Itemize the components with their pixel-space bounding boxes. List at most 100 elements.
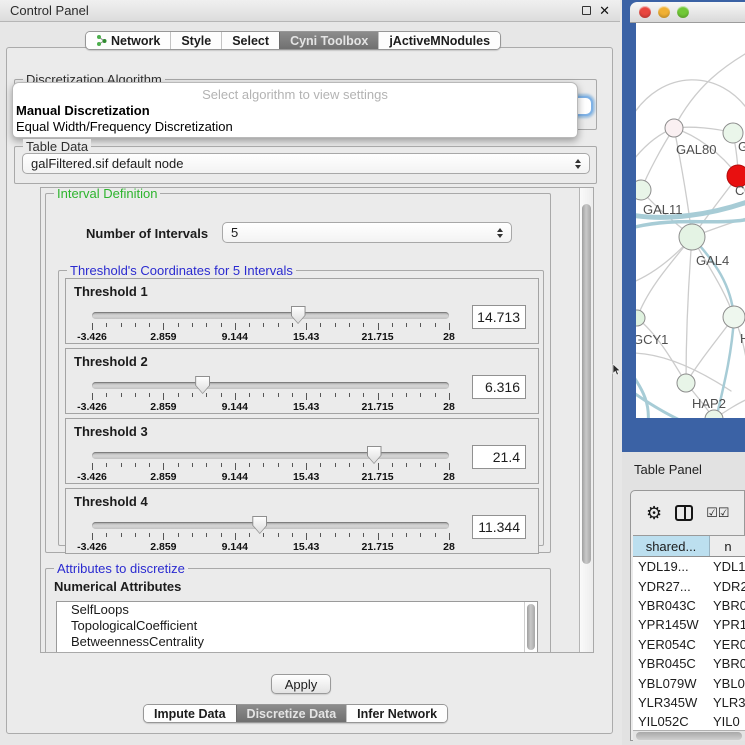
screen: Control Panel ✕ NetworkStyleSelectCyni T…	[0, 0, 745, 745]
slider-minor-tick	[420, 393, 421, 397]
cell-name[interactable]: YIL0	[710, 714, 745, 729]
cell-shared-name[interactable]: YBR045C	[633, 656, 710, 671]
zoom-traffic-light-icon[interactable]	[677, 6, 689, 18]
cell-shared-name[interactable]: YBL079W	[633, 676, 710, 691]
table-row[interactable]: YDR27...YDR2	[633, 576, 745, 595]
table-hscrollbar-thumb[interactable]	[636, 732, 742, 740]
cell-name[interactable]: YDL1	[710, 559, 745, 574]
combo-stepper-icon	[575, 159, 581, 169]
cell-name[interactable]: YDR2	[710, 579, 745, 594]
slider-track[interactable]	[92, 382, 449, 389]
threshold-slider-4[interactable]: -3.4262.8599.14415.4321.71528	[92, 519, 449, 549]
cell-shared-name[interactable]: YLR345W	[633, 695, 710, 710]
bottom-tab-impute-data[interactable]: Impute Data	[144, 705, 236, 722]
tab-style[interactable]: Style	[170, 32, 221, 49]
slider-minor-tick	[349, 533, 350, 537]
slider-track[interactable]	[92, 452, 449, 459]
column-header-name[interactable]: n	[710, 536, 745, 556]
slider-thumb[interactable]	[367, 446, 382, 464]
slider-thumb[interactable]	[195, 376, 210, 394]
cell-name[interactable]: YLR3	[710, 695, 745, 710]
tab-cyni-toolbox[interactable]: Cyni Toolbox	[279, 32, 378, 49]
tab-select[interactable]: Select	[221, 32, 279, 49]
slider-minor-tick	[349, 463, 350, 467]
close-icon[interactable]: ✕	[599, 4, 610, 17]
slider-minor-tick	[178, 393, 179, 397]
table-hscrollbar[interactable]	[633, 730, 745, 741]
table-data-combo[interactable]: galFiltered.sif default node	[22, 153, 590, 174]
table-row[interactable]: YER054CYER0	[633, 635, 745, 654]
cell-shared-name[interactable]: YPR145W	[633, 617, 710, 632]
threshold-slider-3[interactable]: -3.4262.8599.14415.4321.71528	[92, 449, 449, 479]
attribute-item-selfloops[interactable]: SelfLoops	[57, 602, 537, 618]
gear-icon[interactable]: ⚙	[646, 504, 662, 522]
cell-name[interactable]: YER0	[710, 637, 745, 652]
slider-track[interactable]	[92, 522, 449, 529]
settings-scrollbar[interactable]	[579, 188, 593, 652]
network-node-label-gal11: GAL11	[643, 202, 683, 217]
attribute-item-betweennesscentrality[interactable]: BetweennessCentrality	[57, 634, 537, 650]
tab-cyni-toolbox-label: Cyni Toolbox	[290, 34, 368, 48]
slider-minor-tick	[392, 533, 393, 537]
bottom-tab-infer-network[interactable]: Infer Network	[346, 705, 447, 722]
close-traffic-light-icon[interactable]	[639, 6, 651, 18]
number-of-intervals-combo[interactable]: 5	[222, 222, 512, 243]
select-columns-icon[interactable]: ☑☑	[706, 505, 729, 521]
tab-network[interactable]: Network	[86, 32, 170, 49]
slider-tick-label: -3.426	[67, 331, 117, 343]
table-row[interactable]: YDL19...YDL1	[633, 557, 745, 576]
slider-thumb[interactable]	[291, 306, 306, 324]
threshold-value-field-1[interactable]: 14.713	[472, 305, 526, 329]
threshold-slider-2[interactable]: -3.4262.8599.14415.4321.71528	[92, 379, 449, 409]
cell-name[interactable]: YPR1	[710, 617, 745, 632]
network-view-window: GAL80GACGAL11GAL4GCY1HHAP2	[622, 0, 745, 452]
apply-button[interactable]: Apply	[271, 674, 331, 694]
network-node-gal4[interactable]	[679, 224, 705, 250]
network-node-label-gcy1: GCY1	[636, 332, 668, 347]
cell-shared-name[interactable]: YDR27...	[633, 579, 710, 594]
network-node-hap2[interactable]	[677, 374, 695, 392]
cell-shared-name[interactable]: YDL19...	[633, 559, 710, 574]
numerical-attributes-list[interactable]: SelfLoopsTopologicalCoefficientBetweenne…	[56, 601, 538, 653]
settings-scrollbar-thumb[interactable]	[582, 204, 591, 564]
table-row[interactable]: YLR345WYLR3	[633, 693, 745, 712]
cell-shared-name[interactable]: YIL052C	[633, 714, 710, 729]
threshold-value-field-2[interactable]: 6.316	[472, 375, 526, 399]
cell-name[interactable]: YBL0	[710, 676, 745, 691]
cell-shared-name[interactable]: YBR043C	[633, 598, 710, 613]
float-window-icon[interactable]	[582, 6, 591, 15]
network-node-gal80[interactable]	[665, 119, 683, 137]
algorithm-option-equal-width[interactable]: Equal Width/Frequency Discretization	[13, 119, 577, 135]
table-row[interactable]: YIL052CYIL0	[633, 712, 745, 730]
slider-minor-tick	[106, 533, 107, 537]
slider-track[interactable]	[92, 312, 449, 319]
column-header-shared-name[interactable]: shared...	[633, 536, 710, 556]
slider-minor-tick	[392, 323, 393, 327]
table-row[interactable]: YPR145WYPR1	[633, 615, 745, 634]
cell-name[interactable]: YBR0	[710, 598, 745, 613]
bottom-tab-discretize-data[interactable]: Discretize Data	[236, 705, 347, 722]
table-row[interactable]: YBR043CYBR0	[633, 596, 745, 615]
minimize-traffic-light-icon[interactable]	[658, 6, 670, 18]
combo-stepper-icon	[497, 228, 503, 238]
slider-thumb[interactable]	[252, 516, 267, 534]
cell-name[interactable]: YBR0	[710, 656, 745, 671]
table-row[interactable]: YBR045CYBR0	[633, 654, 745, 673]
threshold-value-field-4[interactable]: 11.344	[472, 515, 526, 539]
algorithm-option-manual[interactable]: Manual Discretization	[13, 103, 577, 119]
threshold-value-field-3[interactable]: 21.4	[472, 445, 526, 469]
split-columns-icon[interactable]	[675, 505, 693, 521]
network-node-h[interactable]	[723, 306, 745, 328]
tab-jactivemnodules[interactable]: jActiveMNodules	[378, 32, 500, 49]
attributes-scrollbar-thumb[interactable]	[527, 604, 535, 650]
table-row[interactable]: YBL079WYBL0	[633, 673, 745, 692]
slider-major-tick	[92, 533, 93, 540]
thresholds-group-title: Threshold's Coordinates for 5 Intervals	[67, 263, 296, 278]
network-node-gal11[interactable]	[636, 180, 651, 200]
attributes-scrollbar[interactable]	[524, 602, 537, 653]
network-canvas[interactable]: GAL80GACGAL11GAL4GCY1HHAP2	[636, 23, 745, 418]
slider-major-tick	[163, 393, 164, 400]
threshold-slider-1[interactable]: -3.4262.8599.14415.4321.71528	[92, 309, 449, 339]
cell-shared-name[interactable]: YER054C	[633, 637, 710, 652]
attribute-item-topologicalcoefficient[interactable]: TopologicalCoefficient	[57, 618, 537, 634]
